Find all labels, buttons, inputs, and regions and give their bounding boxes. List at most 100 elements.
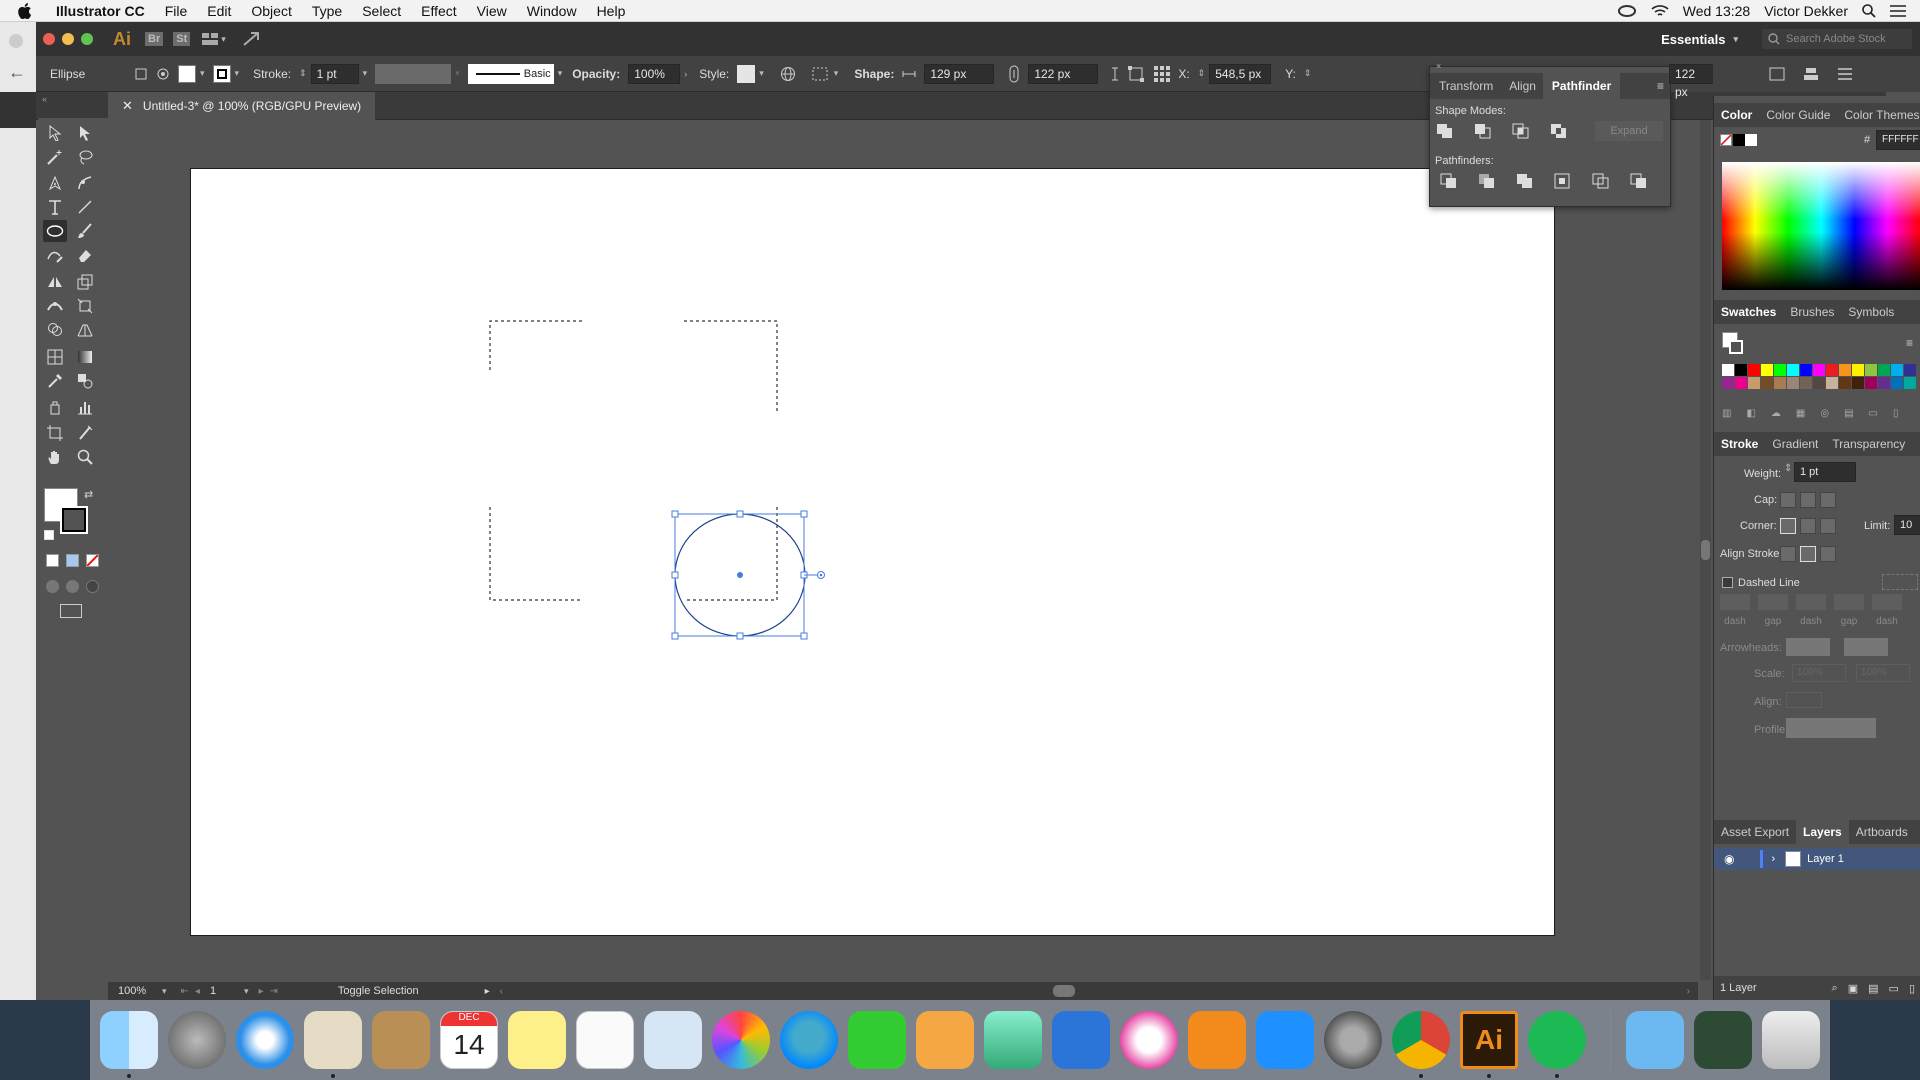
swatch-chip[interactable] [1813,364,1825,376]
folder-icon[interactable] [1626,1011,1684,1069]
menu-type[interactable]: Type [302,3,352,19]
gradient-tool-icon[interactable] [73,346,97,368]
draw-normal-icon[interactable] [46,580,59,593]
width-tool-icon[interactable] [43,295,67,317]
stroke-swatch[interactable] [212,64,231,83]
apple-icon[interactable] [0,2,42,19]
paintbrush-tool-icon[interactable] [73,220,97,242]
swatch-chip[interactable] [1852,364,1864,376]
reminders-icon[interactable] [576,1011,634,1069]
stroke-weight-field[interactable]: 1 pt [310,63,359,84]
swatch-grid[interactable] [1722,364,1920,404]
menu-object[interactable]: Object [241,3,301,19]
system-preferences-icon[interactable] [1324,1011,1382,1069]
new-sublayer-icon[interactable]: ▤ [1868,982,1878,995]
transform-again-icon[interactable] [1769,67,1785,81]
limit-field[interactable]: 10 [1894,515,1920,535]
notification-center-icon[interactable] [1890,4,1906,17]
adobe-stock-search[interactable]: Search Adobe Stock [1762,29,1912,49]
tab-color[interactable]: Color [1714,108,1759,122]
swatch-chip[interactable] [1878,364,1890,376]
close-panel-icon[interactable]: × [1436,61,1441,71]
messages-icon[interactable] [780,1011,838,1069]
reference-point-icon[interactable] [1154,65,1171,82]
make-clipping-mask-icon[interactable]: ▣ [1848,982,1858,995]
swatch-chip[interactable] [1826,364,1838,376]
trim-icon[interactable] [1478,173,1496,189]
swatch-chip[interactable] [1722,364,1734,376]
tab-align[interactable]: Align [1502,79,1543,93]
stroke-weight-stepper[interactable]: ⇕ 1 pt ▾ [299,63,367,84]
new-layer-icon[interactable]: ▭ [1889,982,1899,995]
color-white-icon[interactable] [1745,134,1757,146]
artboard-dropdown-icon[interactable]: ▾ [244,986,249,997]
unite-icon[interactable] [1436,123,1454,139]
layer-row[interactable]: ◉ › Layer 1 [1714,848,1920,870]
exclude-icon[interactable] [1550,123,1568,139]
tab-gradient[interactable]: Gradient [1765,437,1825,451]
archive-icon[interactable] [1694,1011,1752,1069]
menu-select[interactable]: Select [352,3,411,19]
tab-artboards[interactable]: Artboards [1849,825,1915,839]
swatch-chip[interactable] [1774,364,1786,376]
end-scale-field[interactable]: 100% [1856,664,1910,682]
swatch-chip[interactable] [1774,377,1786,389]
align-inside-icon[interactable] [1800,546,1816,562]
safari-icon[interactable] [236,1011,294,1069]
projecting-cap-icon[interactable] [1820,492,1836,508]
new-color-group-icon[interactable]: ▦ [1796,408,1805,422]
line-segment-tool-icon[interactable] [73,196,97,218]
finder-icon[interactable] [100,1011,158,1069]
minimize-window-button[interactable] [62,33,74,45]
selected-ellipse[interactable] [671,510,825,640]
menu-edit[interactable]: Edit [197,3,241,19]
swatch-chip[interactable] [1735,377,1747,389]
divide-icon[interactable] [1440,173,1458,189]
tab-asset-export[interactable]: Asset Export [1714,825,1796,839]
swatch-chip[interactable] [1865,364,1877,376]
constrain-proportions-icon[interactable] [1008,65,1020,83]
zoom-level[interactable]: 100% [118,985,158,997]
swatch-chip[interactable] [1865,377,1877,389]
tab-transform[interactable]: Transform [1430,79,1502,93]
stroke-color-box[interactable] [60,506,88,534]
user-name[interactable]: Victor Dekker [1764,3,1848,19]
close-tab-icon[interactable]: ✕ [122,98,133,114]
miter-join-icon[interactable] [1780,518,1796,534]
calendar-icon[interactable]: DEC 14 [440,1011,498,1069]
crop-icon[interactable] [1554,173,1572,189]
artboard[interactable] [190,168,1555,936]
outline-icon[interactable] [1592,173,1610,189]
swatch-chip[interactable] [1800,364,1812,376]
locate-object-icon[interactable]: ⌕ [1832,982,1838,995]
bevel-join-icon[interactable] [1820,518,1836,534]
new-swatch-icon[interactable]: ▭ [1869,408,1878,422]
next-artboard-icon[interactable]: ▸ [258,986,263,997]
tab-layers[interactable]: Layers [1796,820,1849,844]
scroll-left-icon[interactable]: ‹ [500,986,503,997]
tab-swatches[interactable]: Swatches [1714,305,1783,319]
stroke-color-picker[interactable]: ▾ [212,64,239,83]
round-cap-icon[interactable] [1800,492,1816,508]
hex-value-field[interactable]: FFFFFF [1876,130,1920,150]
draw-inside-icon[interactable] [86,580,99,593]
shape-builder-tool-icon[interactable] [43,319,67,341]
artboard-tool-icon[interactable] [43,422,67,444]
weight-field[interactable]: 1 pt [1794,462,1856,482]
last-artboard-icon[interactable]: ⇥ [270,986,278,997]
align-center-icon[interactable] [1780,546,1796,562]
tab-brushes[interactable]: Brushes [1783,305,1841,319]
swatch-chip[interactable] [1800,377,1812,389]
color-group-edit-icon[interactable]: ◎ [1820,408,1829,422]
zoom-window-button[interactable] [81,33,93,45]
dashed-line-checkbox[interactable] [1722,577,1733,588]
y-position-stepper[interactable]: ⇕ [1304,68,1312,79]
illustrator-icon[interactable]: Ai [1460,1011,1518,1069]
variable-width-profile[interactable]: ▾ [375,63,460,84]
stock-button[interactable]: St [173,32,191,46]
swatch-chip[interactable] [1852,377,1864,389]
swatch-chip[interactable] [1735,364,1747,376]
swatch-library-icon[interactable]: ▥ [1722,408,1731,422]
none-mode-icon[interactable] [86,554,99,567]
direct-selection-tool-icon[interactable] [73,122,97,144]
